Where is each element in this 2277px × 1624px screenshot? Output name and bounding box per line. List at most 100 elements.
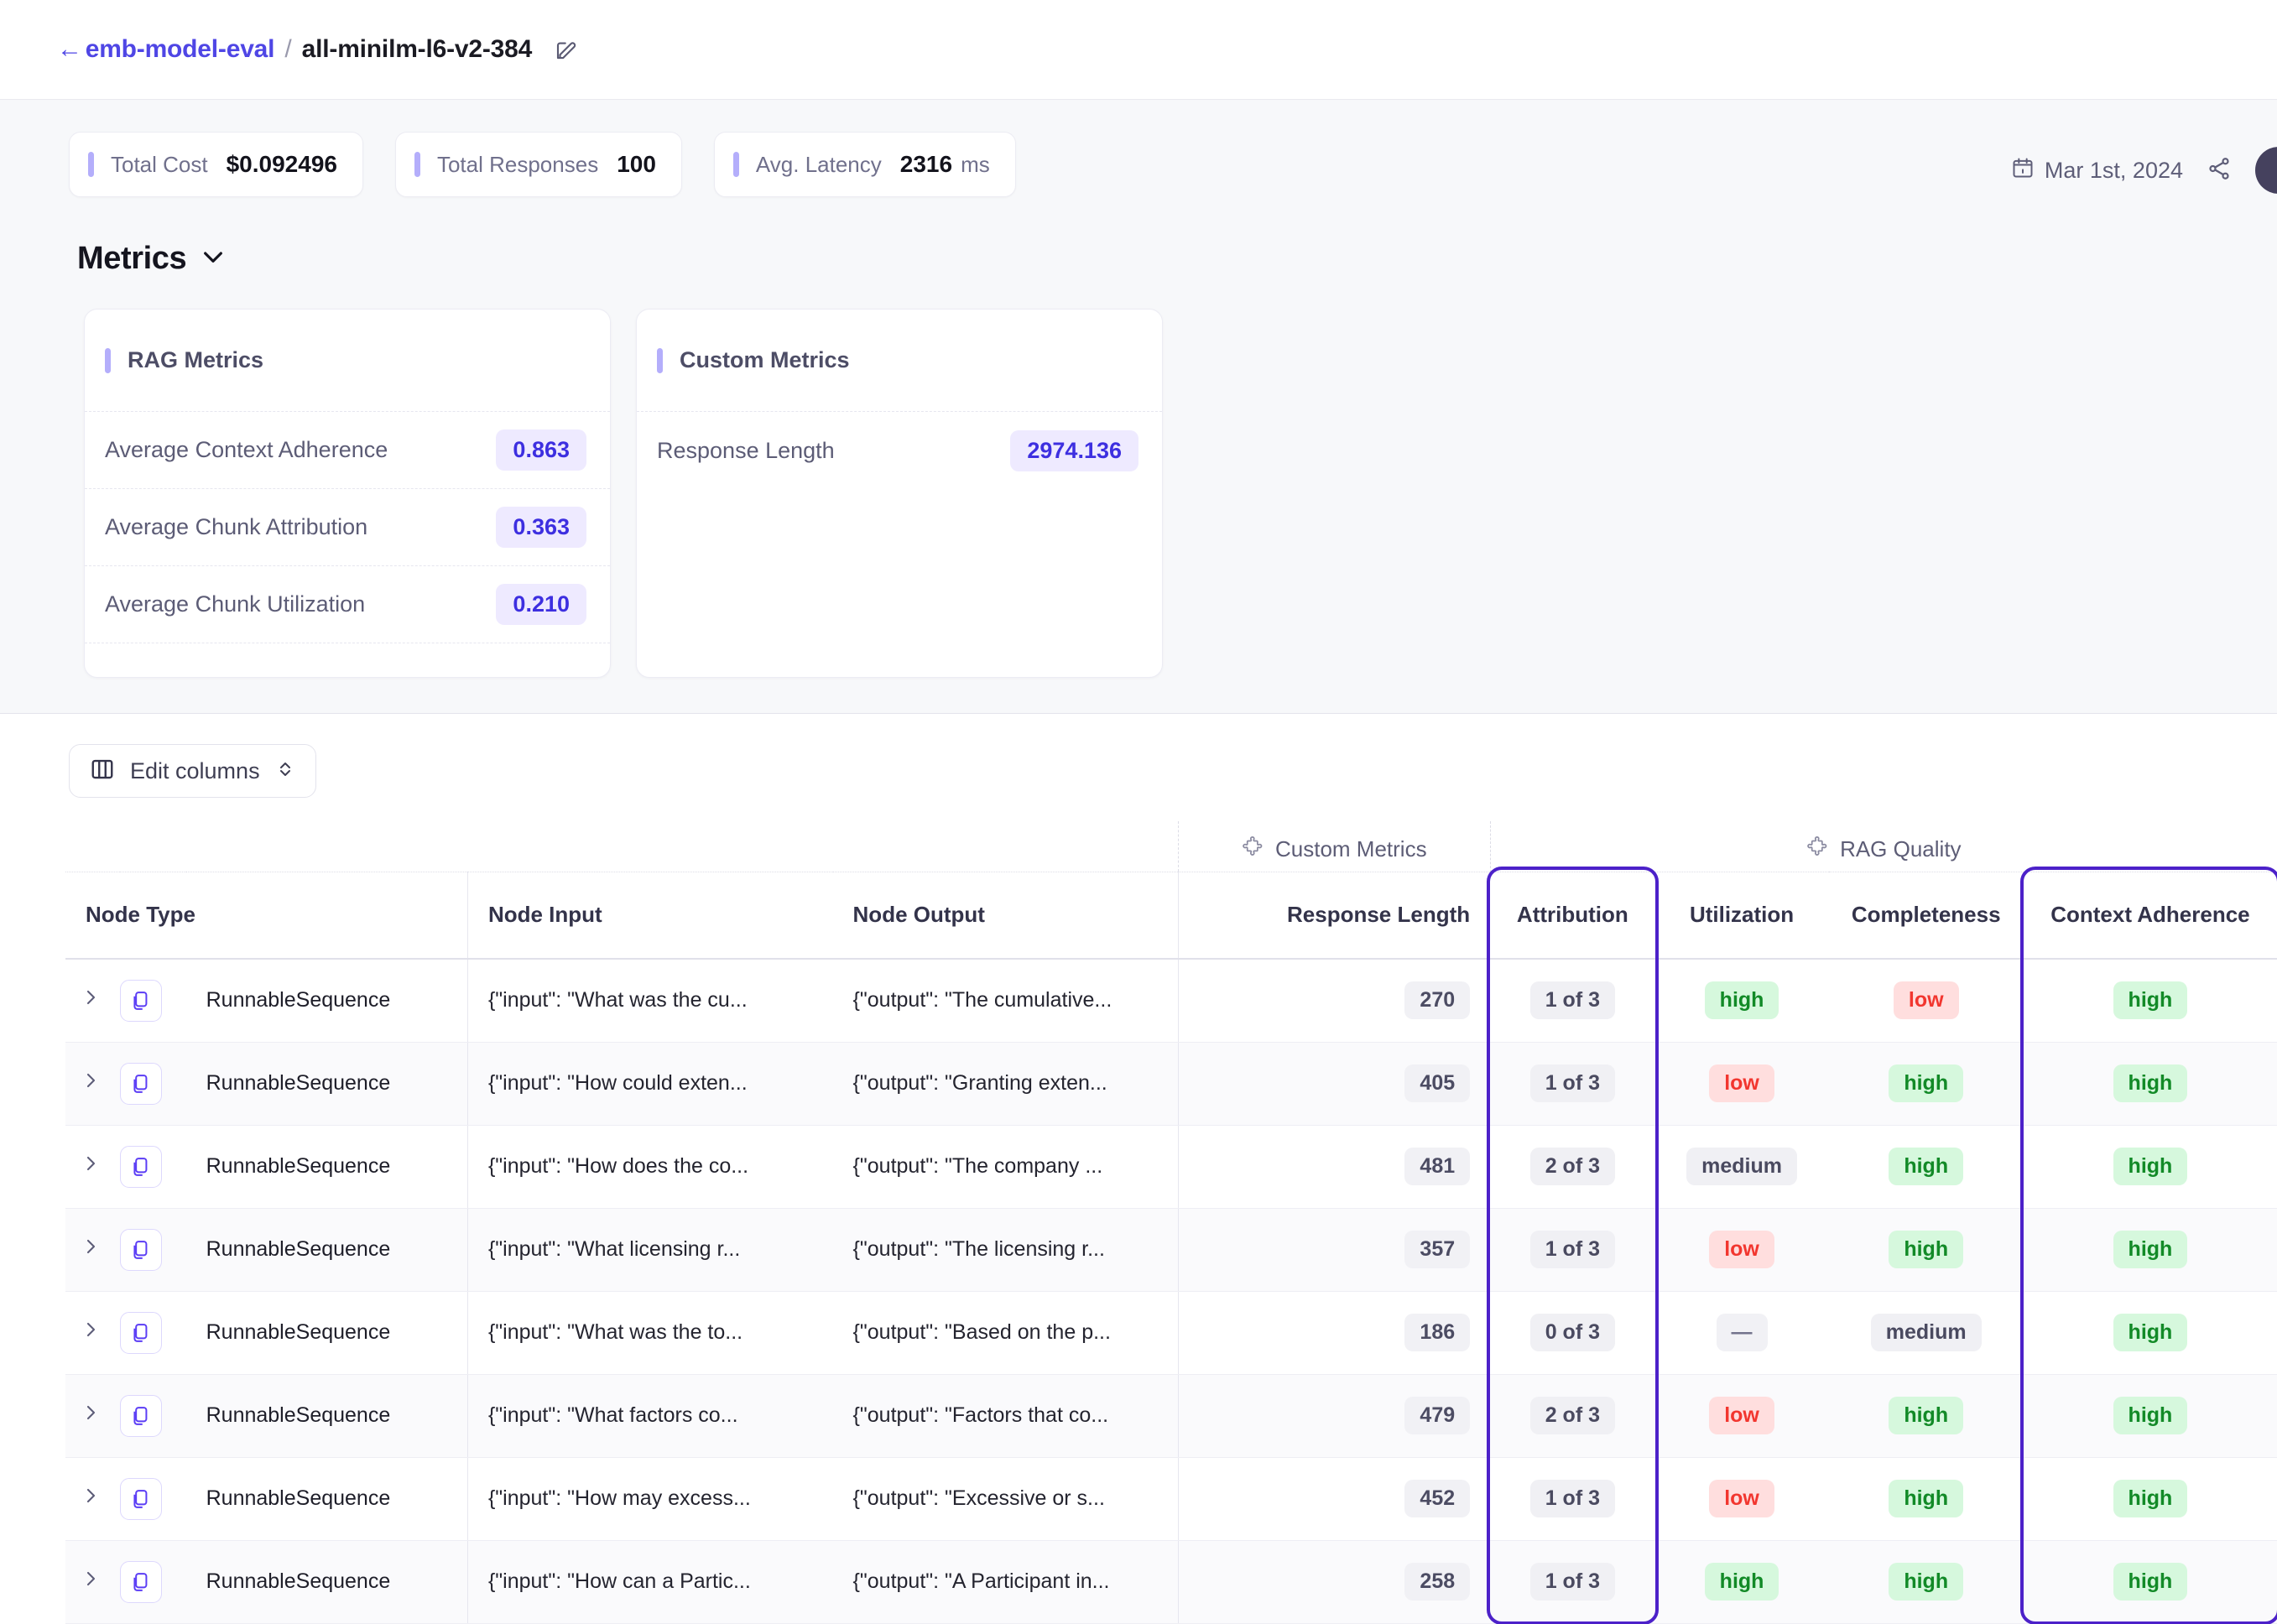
stat-label: Total Responses: [436, 151, 599, 177]
puzzle-piece-icon: [1806, 835, 1828, 863]
puzzle-piece-icon: [1242, 835, 1264, 863]
cell-node-output[interactable]: {"output": "A Participant in...: [832, 1540, 1179, 1624]
table-row[interactable]: RunnableSequence {"input": "How could ext…: [65, 1042, 2277, 1126]
cell-context-adherence: high: [2023, 1540, 2277, 1624]
chevron-right-icon[interactable]: [81, 1320, 101, 1346]
column-group-row: Custom Metrics RAG Quality: [65, 821, 2277, 872]
cell-node-output[interactable]: {"output": "Granting exten...: [832, 1042, 1179, 1126]
metric-value: 2974.136: [1010, 429, 1138, 471]
edit-icon[interactable]: [554, 37, 579, 62]
cell-completeness: high: [1828, 1125, 2024, 1209]
cell-node-output[interactable]: {"output": "Factors that co...: [832, 1374, 1179, 1458]
cell-completeness: high: [1828, 1540, 2024, 1624]
chevron-down-icon[interactable]: [200, 243, 227, 274]
chevron-right-icon[interactable]: [81, 1403, 101, 1429]
expand-row-button[interactable]: [65, 1540, 121, 1624]
column-header-context-adherence[interactable]: Context Adherence: [2023, 872, 2277, 960]
stat-unit: ms: [961, 151, 990, 177]
metric-label: Average Context Adherence: [105, 437, 388, 462]
cell-node-input[interactable]: {"input": "How can a Partic...: [466, 1540, 833, 1624]
breadcrumb-parent-link[interactable]: emb-model-eval: [86, 35, 275, 64]
cell-response-length: 452: [1177, 1457, 1491, 1541]
cell-node-input[interactable]: {"input": "What factors co...: [466, 1374, 833, 1458]
expand-row-button[interactable]: [65, 1457, 121, 1541]
cell-utilization: low: [1654, 1042, 1829, 1126]
cell-response-length: 357: [1177, 1208, 1491, 1292]
chevron-right-icon[interactable]: [81, 1486, 101, 1512]
cell-node-type: RunnableSequence: [185, 1374, 468, 1458]
stat-value: 2316: [899, 151, 953, 177]
edit-columns-label: Edit columns: [130, 757, 260, 783]
cell-node-input[interactable]: {"input": "How may excess...: [466, 1457, 833, 1541]
expand-row-button[interactable]: [65, 1125, 121, 1209]
expand-row-button[interactable]: [65, 1208, 121, 1292]
column-header-node-type[interactable]: Node Type: [65, 872, 468, 960]
chevron-right-icon[interactable]: [81, 988, 101, 1013]
copy-node-icon: [120, 1145, 163, 1188]
cell-response-length: 186: [1177, 1291, 1491, 1375]
table-row[interactable]: RunnableSequence {"input": "What was the …: [65, 1291, 2277, 1375]
copy-node-icon: [120, 1062, 163, 1105]
cell-context-adherence: high: [2023, 959, 2277, 1043]
metric-label: Average Chunk Attribution: [105, 514, 368, 539]
cell-node-output[interactable]: {"output": "The licensing r...: [832, 1208, 1179, 1292]
expand-row-button[interactable]: [65, 959, 121, 1043]
column-header-attribution[interactable]: Attribution: [1490, 872, 1655, 960]
stat-value: $0.092496: [226, 151, 337, 177]
cell-context-adherence: high: [2023, 1125, 2277, 1209]
column-header-node-output[interactable]: Node Output: [832, 872, 1179, 960]
table-row[interactable]: RunnableSequence {"input": "How can a Par…: [65, 1540, 2277, 1624]
stat-card-avg-latency: Avg. Latency 2316 ms: [713, 132, 1016, 197]
table-row[interactable]: RunnableSequence {"input": "What licensin…: [65, 1208, 2277, 1292]
chevron-right-icon[interactable]: [81, 1569, 101, 1595]
node-icon-cell: [120, 1540, 186, 1624]
accent-tick: [105, 347, 111, 373]
breadcrumb-current: all-minilm-l6-v2-384: [301, 35, 533, 63]
table-row[interactable]: RunnableSequence {"input": "What factors …: [65, 1374, 2277, 1458]
metric-card-rag-metrics: RAG Metrics Average Context Adherence 0.…: [84, 309, 611, 678]
node-icon-cell: [120, 1291, 186, 1375]
share-nodes-icon[interactable]: [2207, 156, 2232, 185]
cell-context-adherence: high: [2023, 1374, 2277, 1458]
copy-node-icon: [120, 1228, 163, 1271]
stat-value: 100: [617, 151, 656, 177]
cell-node-input[interactable]: {"input": "What licensing r...: [466, 1208, 833, 1292]
table-row[interactable]: RunnableSequence {"input": "What was the …: [65, 959, 2277, 1043]
cell-node-type: RunnableSequence: [185, 1042, 468, 1126]
cell-response-length: 270: [1177, 959, 1491, 1043]
cell-utilization: high: [1654, 959, 1829, 1043]
column-header-node-input[interactable]: Node Input: [466, 872, 833, 960]
cell-node-input[interactable]: {"input": "What was the to...: [466, 1291, 833, 1375]
column-header-response-length[interactable]: Response Length: [1177, 872, 1491, 960]
cell-node-input[interactable]: {"input": "How could exten...: [466, 1042, 833, 1126]
expand-row-button[interactable]: [65, 1042, 121, 1126]
cell-node-output[interactable]: {"output": "The cumulative...: [832, 959, 1179, 1043]
column-header-completeness[interactable]: Completeness: [1828, 872, 2024, 960]
copy-node-icon: [120, 1394, 163, 1437]
copy-node-icon: [120, 979, 163, 1022]
chevron-right-icon[interactable]: [81, 1237, 101, 1262]
cell-utilization: low: [1654, 1457, 1829, 1541]
metrics-section-header[interactable]: Metrics: [0, 197, 2277, 277]
cell-node-input[interactable]: {"input": "What was the cu...: [466, 959, 833, 1043]
expand-row-button[interactable]: [65, 1374, 121, 1458]
back-arrow-icon[interactable]: ←: [57, 35, 82, 64]
cell-node-output[interactable]: {"output": "The company ...: [832, 1125, 1179, 1209]
cell-context-adherence: high: [2023, 1208, 2277, 1292]
avatar[interactable]: [2255, 147, 2277, 194]
table-row[interactable]: RunnableSequence {"input": "How does the …: [65, 1125, 2277, 1209]
chevron-right-icon[interactable]: [81, 1154, 101, 1179]
metric-row: Response Length 2974.136: [637, 412, 1162, 489]
expand-row-button[interactable]: [65, 1291, 121, 1375]
cell-node-output[interactable]: {"output": "Excessive or s...: [832, 1457, 1179, 1541]
column-group-label: Custom Metrics: [1274, 835, 1427, 861]
column-header-utilization[interactable]: Utilization: [1654, 872, 1829, 960]
metric-value: 0.863: [496, 429, 586, 471]
cell-node-output[interactable]: {"output": "Based on the p...: [832, 1291, 1179, 1375]
chevron-right-icon[interactable]: [81, 1071, 101, 1096]
cell-context-adherence: high: [2023, 1291, 2277, 1375]
edit-columns-button[interactable]: Edit columns: [69, 744, 316, 798]
cell-node-input[interactable]: {"input": "How does the co...: [466, 1125, 833, 1209]
table-row[interactable]: RunnableSequence {"input": "How may exces…: [65, 1457, 2277, 1541]
stat-card-total-cost: Total Cost $0.092496: [69, 132, 363, 197]
